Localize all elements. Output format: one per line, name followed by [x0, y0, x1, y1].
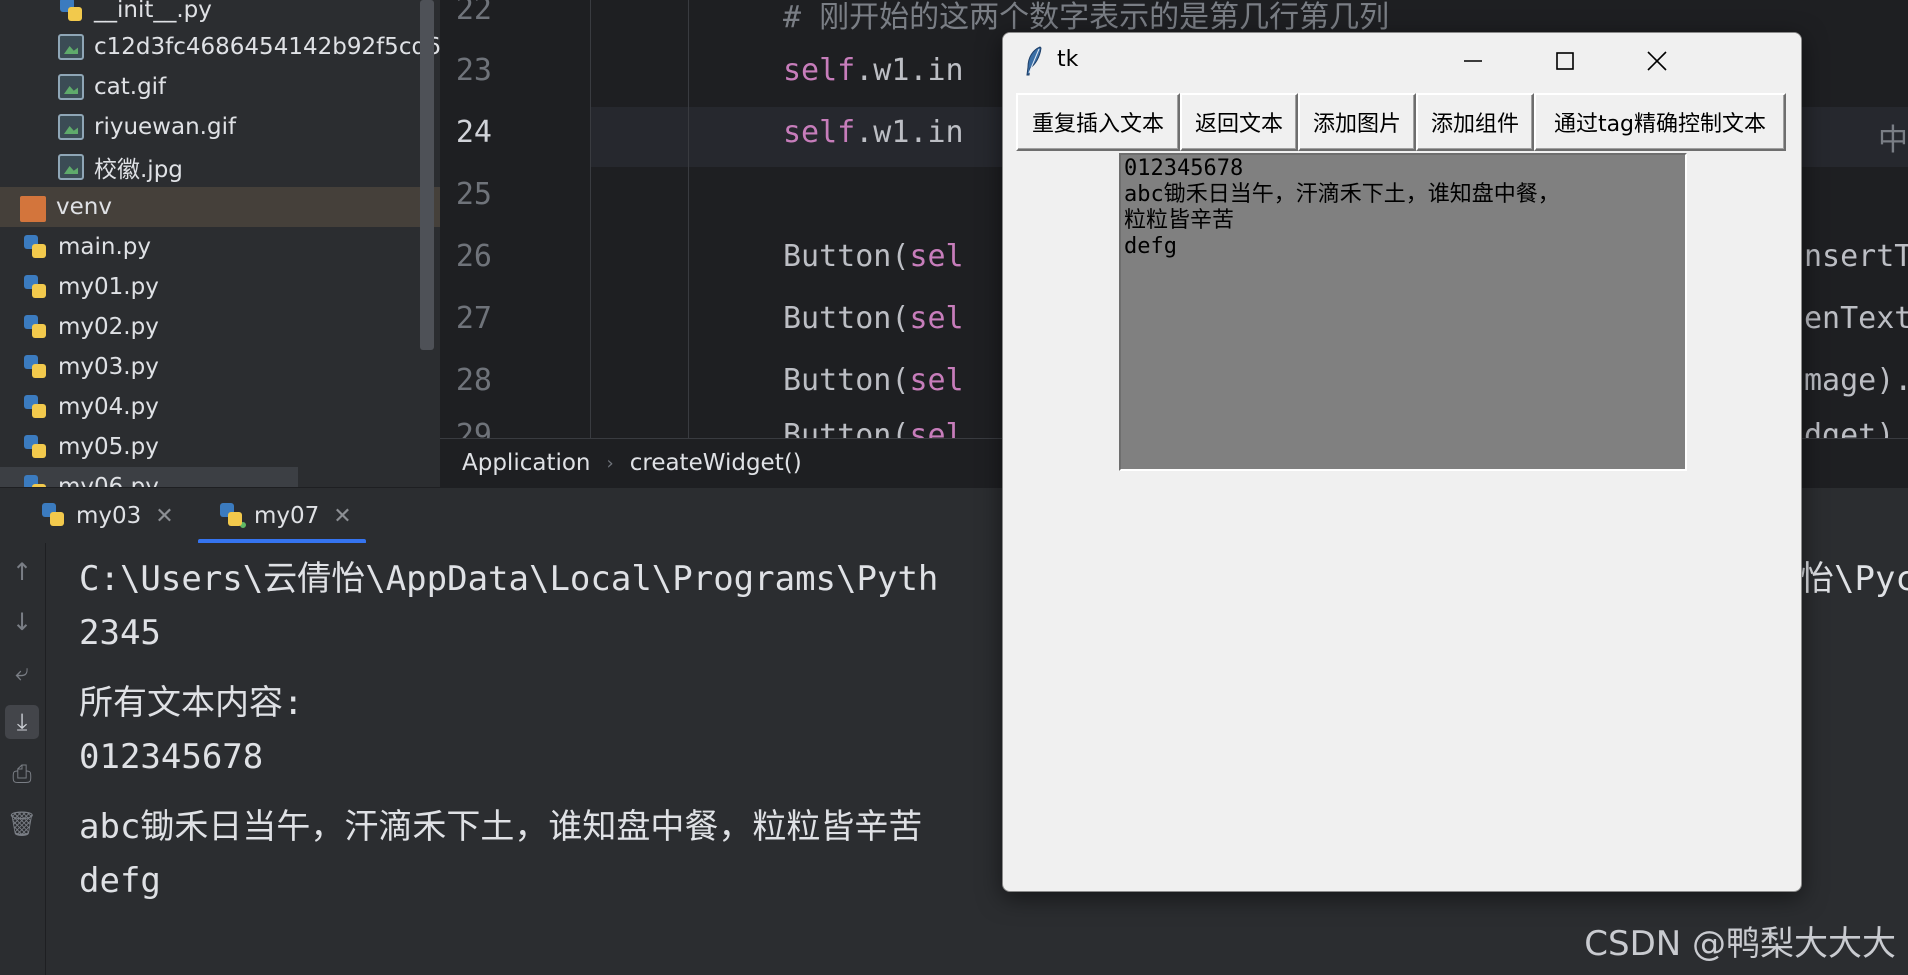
text-line: defg: [1124, 234, 1177, 259]
code-line-26-tail: nsertT: [1804, 239, 1908, 274]
code-line-22: # 刚开始的这两个数字表示的是第几行第几列: [783, 0, 1390, 35]
running-indicator-icon: [238, 520, 248, 530]
print-icon[interactable]: ⎙: [5, 757, 39, 791]
line-number: 29: [455, 418, 492, 438]
console-line-tail: 怡\Pyc: [1800, 559, 1908, 599]
console-line: 012345678: [79, 737, 264, 777]
line-number: 26: [455, 239, 492, 274]
breadcrumb-class[interactable]: Application: [462, 450, 591, 476]
tree-item-image[interactable]: c12d3fc4686454142b92f5cd6a: [0, 27, 440, 67]
image-file-icon: [58, 114, 84, 140]
python-file-icon: [58, 0, 84, 23]
feather-icon: [1026, 46, 1042, 76]
tk-button-row: 重复插入文本 返回文本 添加图片 添加组件 通过tag精确控制文本: [1016, 93, 1786, 151]
close-icon: [1647, 51, 1667, 71]
maximize-icon: [1556, 52, 1574, 70]
add-widget-button[interactable]: 添加组件: [1416, 93, 1534, 151]
code-line-26: Button(sel: [783, 239, 964, 274]
close-button[interactable]: [1611, 33, 1703, 89]
python-file-icon: [22, 434, 48, 460]
tree-item-venv[interactable]: venv: [0, 187, 440, 227]
tk-window: tk 重复插入文本 返回文本 添加图片 添加组件 通过tag精确控制文本 012…: [1002, 32, 1802, 892]
line-number: 27: [455, 301, 492, 336]
text-line: abc锄禾日当午，汗滴禾下土，谁知盘中餐，: [1124, 182, 1560, 207]
code-line-23: self.w1.in: [783, 53, 964, 88]
return-text-button[interactable]: 返回文本: [1180, 93, 1298, 151]
close-icon[interactable]: ✕: [333, 504, 351, 529]
maximize-button[interactable]: [1519, 33, 1611, 89]
minimize-icon: [1464, 60, 1482, 62]
indent-guide: [688, 0, 689, 438]
run-tab-my07[interactable]: my07 ✕: [198, 488, 366, 544]
code-line-28: Button(sel: [783, 363, 964, 398]
trash-icon[interactable]: 🗑: [5, 807, 39, 841]
window-title: tk: [1057, 47, 1079, 72]
python-icon: [40, 502, 68, 530]
python-file-icon: [22, 474, 48, 487]
tree-scrollbar[interactable]: [420, 0, 434, 350]
python-file-icon: [22, 314, 48, 340]
tree-item-riyuewan-gif[interactable]: riyuewan.gif: [0, 107, 440, 147]
add-image-button[interactable]: 添加图片: [1298, 93, 1416, 151]
tree-item-my01-py[interactable]: my01.py: [0, 267, 440, 307]
line-gutter: 22 23 24 25 26 27 28 29: [440, 0, 590, 438]
python-file-icon: [22, 274, 48, 300]
text-line: 012345678: [1124, 156, 1244, 181]
image-file-icon: [58, 34, 84, 60]
watermark: CSDN @鸭梨大大大: [1584, 924, 1896, 964]
console-line: defg: [79, 861, 161, 901]
minimize-button[interactable]: [1427, 33, 1519, 89]
chevron-right-icon: ›: [606, 452, 614, 474]
tree-item-init-py[interactable]: __init__.py: [0, 0, 440, 30]
project-tree: __init__.py c12d3fc4686454142b92f5cd6a c…: [0, 0, 440, 487]
tree-item-my04-py[interactable]: my04.py: [0, 387, 440, 427]
code-line-27-tail: enText: [1804, 301, 1908, 336]
folder-icon: [20, 196, 46, 222]
console-line: abc锄禾日当午，汗滴禾下土，谁知盘中餐，粒粒皆辛苦: [79, 807, 923, 847]
console-line: C:\Users\云倩怡\AppData\Local\Programs\Pyth: [79, 559, 939, 599]
code-line-28-tail: mage).: [1804, 363, 1908, 398]
scroll-to-end-icon[interactable]: ⤓: [5, 705, 39, 739]
arrow-down-icon[interactable]: ↓: [5, 605, 39, 639]
code-line-29-tail: dget).: [1804, 418, 1908, 438]
run-tab-my03[interactable]: my03 ✕: [40, 488, 174, 544]
console-line: 所有文本内容:: [79, 683, 304, 723]
text-line: 粒粒皆辛苦: [1124, 208, 1235, 233]
line-number: 23: [455, 53, 492, 88]
line-number: 22: [455, 0, 492, 27]
image-file-icon: [58, 154, 84, 180]
soft-wrap-icon[interactable]: ⤶: [5, 655, 39, 689]
breadcrumb-method[interactable]: createWidget(): [630, 450, 802, 476]
arrow-up-icon[interactable]: ↑: [5, 555, 39, 589]
code-line-24: self.w1.in: [783, 115, 964, 150]
line-number-current: 24: [455, 115, 492, 150]
python-file-icon: [22, 234, 48, 260]
code-line-27: Button(sel: [783, 301, 964, 336]
tk-titlebar[interactable]: tk: [1003, 33, 1801, 89]
python-icon: [218, 502, 248, 530]
repeat-insert-text-button[interactable]: 重复插入文本: [1016, 93, 1180, 151]
python-file-icon: [22, 394, 48, 420]
tag-control-text-button[interactable]: 通过tag精确控制文本: [1534, 93, 1786, 151]
python-file-icon: [22, 354, 48, 380]
tree-item-my05-py[interactable]: my05.py: [0, 427, 440, 467]
image-file-icon: [58, 74, 84, 100]
gutter-divider: [590, 0, 591, 438]
close-icon[interactable]: ✕: [155, 504, 173, 529]
tree-item-cat-gif[interactable]: cat.gif: [0, 67, 440, 107]
tree-item-xiaohui-jpg[interactable]: 校徽.jpg: [0, 147, 440, 187]
console-toolbar: ↑ ↓ ⤶ ⤓ ⎙ 🗑: [0, 543, 46, 975]
line-number: 28: [455, 363, 492, 398]
tree-item-my03-py[interactable]: my03.py: [0, 347, 440, 387]
tk-text-widget[interactable]: 012345678 abc锄禾日当午，汗滴禾下土，谁知盘中餐， 粒粒皆辛苦 de…: [1119, 153, 1687, 471]
code-line-29: Button(sel: [783, 418, 964, 438]
code-line-24-tail: 中餐，粒: [1878, 123, 1908, 158]
console-line: 2345: [79, 613, 161, 653]
tree-item-main-py[interactable]: main.py: [0, 227, 440, 267]
tree-item-my02-py[interactable]: my02.py: [0, 307, 440, 347]
line-number: 25: [455, 177, 492, 212]
tree-item-my06-py[interactable]: my06.py: [0, 467, 298, 487]
